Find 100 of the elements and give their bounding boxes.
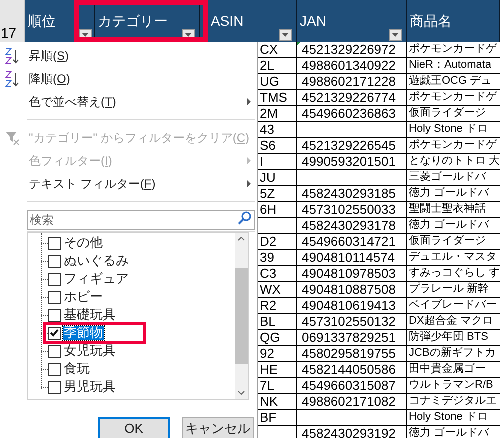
table-cell: プラレール 新幹: [409, 283, 490, 295]
table-cell: 6H: [260, 202, 277, 217]
table-cell: 7L: [260, 378, 274, 393]
checkbox[interactable]: [48, 308, 61, 322]
table-cell: 4990593201501: [302, 154, 396, 169]
checkbox[interactable]: [48, 236, 61, 250]
table-cell: ポケモンカードゲ: [409, 91, 497, 103]
row-number: 17: [0, 0, 25, 42]
column-header[interactable]: JAN: [297, 0, 407, 42]
checkbox[interactable]: [48, 344, 61, 358]
menu-item[interactable]: 昇順(S): [29, 48, 70, 64]
ok-button[interactable]: OK: [98, 417, 170, 438]
table-cell: QG: [260, 330, 280, 345]
table-cell: WX: [260, 282, 281, 297]
table-cell: CX: [260, 42, 278, 57]
caret-icon: [82, 33, 89, 37]
column-header[interactable]: 商品名: [407, 0, 500, 42]
filter-value-item[interactable]: 食玩: [63, 362, 91, 376]
search-icon: [238, 211, 252, 225]
checkbox[interactable]: [48, 380, 61, 394]
filter-value-item[interactable]: 男児玩具: [63, 380, 117, 394]
table-cell: 仮面ライダージ: [409, 107, 486, 119]
sort-ascending-icon: [5, 46, 21, 64]
table-cell: 4521329226972: [302, 42, 396, 57]
sort-descending-icon: [5, 70, 21, 88]
table-cell: JCBの新ギフトカ: [409, 347, 496, 359]
table-cell: 4582430293192: [302, 426, 396, 438]
table-cell: D2: [260, 234, 277, 249]
checkbox[interactable]: [48, 254, 61, 268]
menu-item[interactable]: テキスト フィルター(F): [29, 176, 156, 192]
table-cell: Holy Stone ドロ: [409, 123, 488, 135]
table-cell: 4582430293178: [302, 218, 396, 233]
column-header[interactable]: ASIN: [200, 0, 297, 42]
table-cell: 徳力 ゴールドバ: [409, 187, 490, 199]
filter-value-item[interactable]: ホビー: [63, 290, 104, 304]
table-cell: NieR：Automata: [409, 59, 492, 71]
table-cell: ポケモンカードゲ: [409, 139, 497, 151]
table-cell: 4521329226774: [302, 90, 396, 105]
table-cell: 防弾少年団 BTS: [409, 331, 488, 343]
table-cell: 4904810114574: [302, 250, 396, 265]
table-cell: 4580295819755: [302, 346, 396, 361]
table-cell: I: [260, 154, 264, 169]
table-cell: 4549660236863: [302, 106, 396, 121]
table-cell: 4573102550132: [302, 314, 396, 329]
scrollbar[interactable]: [235, 233, 248, 399]
table-cell: TMS: [260, 90, 288, 105]
table-cell: 0691337829251: [302, 330, 396, 345]
table-cell: 4904810619413: [302, 298, 396, 313]
table-cell: DX超合金 マクロ: [409, 315, 494, 327]
table-cell: 4582430293185: [302, 186, 396, 201]
menu-item[interactable]: 降順(O): [29, 70, 70, 86]
table-cell: 三菱ゴールドバ: [409, 171, 486, 183]
table-cell: UG: [260, 74, 280, 89]
table-cell: 田中貴金属ゴー: [409, 363, 486, 375]
table-cell: 43: [260, 122, 274, 137]
caret-icon: [185, 33, 192, 37]
filter-value-item[interactable]: その他: [63, 236, 104, 250]
table-cell: ウルトラマンR/B: [409, 379, 494, 391]
table-cell: S6: [260, 138, 276, 153]
table-cell: NK: [260, 394, 278, 409]
filter-value-item[interactable]: フィギュア: [63, 272, 130, 286]
table-cell: R2: [260, 298, 277, 313]
checkbox[interactable]: [48, 326, 61, 340]
table-cell: BF: [260, 410, 277, 425]
table-cell: C3: [260, 266, 277, 281]
table-cell: 5Z: [260, 186, 276, 201]
filter-dropdown-button[interactable]: [389, 29, 402, 41]
caret-icon: [282, 33, 289, 37]
table-cell: 39: [260, 250, 274, 265]
table-cell: 2M: [260, 106, 278, 121]
table-cell: HE: [260, 362, 278, 377]
filter-value-item[interactable]: ぬいぐるみ: [63, 254, 130, 268]
caret-icon: [392, 33, 399, 37]
filter-value-item[interactable]: 基礎玩具: [63, 308, 117, 322]
table-cell: 4988601340922: [302, 58, 396, 73]
table-cell: BL: [260, 314, 276, 329]
table-cell: コナミデジタルエ: [409, 395, 497, 407]
cancel-button[interactable]: キャンセル: [182, 417, 254, 438]
filter-dropdown-button[interactable]: [279, 29, 292, 41]
filter-value-item[interactable]: 女児玩具: [63, 344, 117, 358]
table-cell: 仮面ライダージ: [409, 235, 486, 247]
table-cell: 4573102550033: [302, 202, 396, 217]
table-cell: JU: [260, 170, 276, 185]
table-cell: すみっコぐらし す: [409, 267, 500, 279]
table-cell: 遊戯王OCG デュ: [409, 75, 492, 87]
table-cell: デュエル・マスタ: [409, 251, 497, 263]
table-cell: 4549660315087: [302, 378, 396, 393]
table-cell: 聖闘士聖衣神話: [409, 203, 486, 215]
table-cell: となりのトトロ 大: [409, 155, 500, 167]
menu-item[interactable]: 色で並べ替え(T): [29, 94, 116, 110]
filter-value-item[interactable]: 季節物: [63, 326, 104, 340]
table-cell: 2L: [260, 58, 274, 73]
clear-filter-icon: [5, 130, 21, 146]
search-field[interactable]: 検索: [27, 210, 255, 230]
checkbox[interactable]: [48, 272, 61, 286]
table-cell: ベイブレードバー: [409, 299, 497, 311]
checkbox[interactable]: [48, 290, 61, 304]
table-cell: ポケモンカードゲ: [409, 43, 497, 55]
checkbox[interactable]: [48, 362, 61, 376]
table-cell: 4549660314721: [302, 234, 396, 249]
